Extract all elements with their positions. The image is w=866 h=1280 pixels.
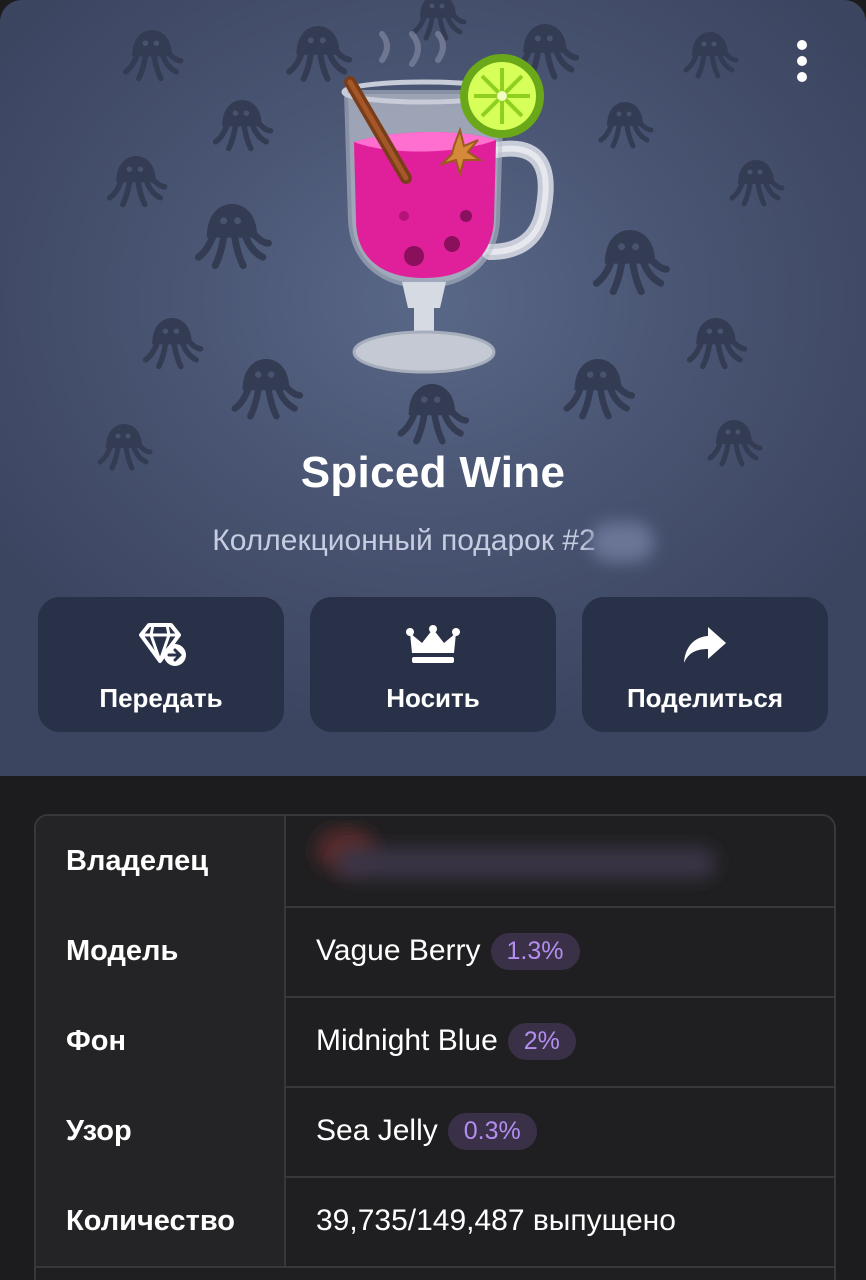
model-rarity-badge: 1.3% (490, 932, 580, 970)
share-label: Поделиться (626, 683, 784, 713)
backdrop-row: Фон Midnight Blue 2% (36, 996, 834, 1088)
gem-transfer-icon (135, 623, 187, 667)
pattern-rarity-badge: 0.3% (447, 1112, 537, 1150)
quantity-value: 39,735/149,487 выпущено (316, 1204, 676, 1237)
wear-label: Носить (386, 683, 480, 713)
transfer-label: Передать (99, 683, 223, 713)
model-row: Модель Vague Berry 1.3% (36, 906, 834, 998)
quantity-key: Количество (36, 1176, 286, 1266)
gift-subtitle: Коллекционный подарок #2 (212, 523, 596, 557)
more-dot (797, 56, 807, 66)
gift-title: Spiced Wine (300, 448, 566, 497)
quantity-value-cell: 39,735/149,487 выпущено (288, 1176, 834, 1266)
redacted-number (589, 522, 654, 562)
more-options-button[interactable] (790, 40, 814, 82)
model-value-cell: Vague Berry 1.3% (288, 906, 834, 996)
pattern-value-cell: Sea Jelly 0.3% (288, 1086, 834, 1176)
more-dot (797, 40, 807, 50)
share-arrow-icon (682, 623, 728, 667)
wear-button[interactable]: Носить (310, 597, 556, 732)
more-dot (797, 72, 807, 82)
crown-icon (406, 623, 460, 667)
share-button[interactable]: Поделиться (582, 597, 828, 732)
gift-details-table: Владелец Модель Vague Berry 1.3% Фон Mid… (34, 814, 836, 1280)
pattern-row: Узор Sea Jelly 0.3% (36, 1086, 834, 1178)
owner-value[interactable] (288, 816, 834, 906)
transfer-button[interactable]: Передать (38, 597, 284, 732)
redacted-owner-name (316, 828, 716, 878)
pattern-value: Sea Jelly (316, 1114, 438, 1147)
backdrop-rarity-badge: 2% (507, 1022, 576, 1060)
model-value: Vague Berry (316, 934, 481, 967)
spiced-wine-gift-image (341, 31, 554, 374)
owner-key: Владелец (36, 816, 286, 906)
backdrop-key: Фон (36, 996, 286, 1086)
gift-header: Spiced Wine Коллекционный подарок #2 Пер… (0, 0, 866, 776)
gift-subtitle-row: Коллекционный подарок #2 (0, 522, 866, 562)
owner-row: Владелец (36, 816, 834, 908)
backdrop-value-cell: Midnight Blue 2% (288, 996, 834, 1086)
model-key: Модель (36, 906, 286, 996)
action-buttons: Передать Носить Поделиться (38, 597, 828, 732)
backdrop-value: Midnight Blue (316, 1024, 498, 1057)
gift-details-screen: Spiced Wine Коллекционный подарок #2 Пер… (0, 0, 866, 1280)
quantity-row: Количество 39,735/149,487 выпущено (36, 1176, 834, 1268)
pattern-key: Узор (36, 1086, 286, 1176)
